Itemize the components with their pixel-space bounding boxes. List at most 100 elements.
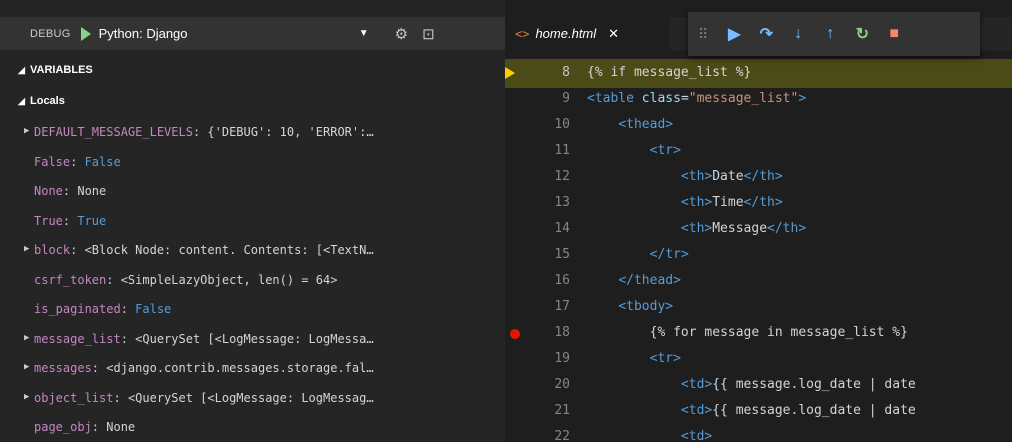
code-line[interactable]: 11 <tr>	[505, 137, 1012, 166]
locals-scope-header[interactable]: ◢ Locals	[0, 91, 505, 113]
code-text: <thead>	[618, 117, 674, 132]
line-number: 22	[554, 429, 570, 442]
expand-arrow-icon[interactable]: ▶	[24, 126, 29, 136]
line-number: 12	[554, 169, 570, 184]
code-text: {% if message_list %}	[587, 65, 752, 80]
code-line[interactable]: 12 <th>Date</th>	[505, 163, 1012, 192]
code-line[interactable]: 17 <tbody>	[505, 293, 1012, 322]
step-into-icon[interactable]: ↓	[782, 25, 814, 43]
variable-text: True: True	[34, 214, 494, 228]
code-text: {% for message in message_list %}	[649, 325, 908, 340]
variable-text: csrf_token: <SimpleLazyObject, len() = 6…	[34, 273, 494, 287]
variable-separator: :	[62, 184, 78, 198]
stop-icon[interactable]: ■	[878, 25, 910, 43]
line-number: 16	[554, 273, 570, 288]
code-line[interactable]: 20 <td>{{ message.log_date | date	[505, 371, 1012, 400]
code-line[interactable]: 9 <table class="message_list">	[505, 85, 1012, 114]
line-number: 8	[562, 65, 570, 80]
expand-arrow-icon[interactable]: ▶	[24, 362, 29, 372]
drag-handle-icon[interactable]: ⠿	[698, 26, 708, 43]
html-icon: <>	[515, 26, 530, 41]
variable-row[interactable]: ▶ messages: <django.contrib.messages.stor…	[0, 355, 505, 384]
variables-section-title: VARIABLES	[30, 64, 93, 76]
variable-value: <django.contrib.messages.storage.fal…	[106, 361, 374, 375]
variable-row[interactable]: False: False	[0, 149, 505, 178]
code-line[interactable]: 14 <th>Message</th>	[505, 215, 1012, 244]
variable-name: messages	[34, 361, 92, 375]
restart-icon[interactable]: ↻	[846, 24, 878, 44]
debug-sidebar: DEBUG Python: Django ▼ ⚙ ⊡ ◢ VARIABLES ◢…	[0, 0, 505, 442]
variable-row[interactable]: None: None	[0, 178, 505, 207]
variable-separator: :	[62, 213, 78, 228]
current-code-line[interactable]: 8 {% if message_list %}	[505, 59, 1012, 88]
variable-separator: :	[70, 243, 85, 257]
variable-separator: :	[120, 331, 136, 346]
code-text: </thead>	[618, 273, 681, 288]
variable-text: None: None	[34, 184, 494, 198]
expand-arrow-icon[interactable]: ▶	[24, 392, 29, 402]
debug-config-select[interactable]: Python: Django ▼	[80, 24, 381, 44]
current-line-arrow-icon	[505, 67, 515, 79]
line-number: 20	[554, 377, 570, 392]
variable-row[interactable]: page_obj: None	[0, 414, 505, 442]
variable-name: csrf_token	[34, 272, 107, 287]
variable-text: DEFAULT_MESSAGE_LEVELS: {'DEBUG': 10, 'E…	[34, 125, 494, 139]
gear-icon[interactable]: ⚙	[395, 25, 408, 43]
variable-value: <SimpleLazyObject, len() = 64>	[120, 272, 338, 287]
variable-value: None	[77, 184, 107, 198]
variable-name: None	[34, 184, 63, 198]
code-line[interactable]: 13 <th>Time</th>	[505, 189, 1012, 218]
expand-arrow-icon[interactable]: ▶	[24, 244, 29, 254]
continue-icon[interactable]: ▶	[718, 24, 750, 44]
variables-section-header[interactable]: ◢ VARIABLES	[0, 60, 505, 82]
tab-home-html[interactable]: <> home.html ✕	[505, 17, 670, 50]
step-out-icon[interactable]: ↑	[814, 25, 846, 43]
variable-separator: :	[91, 420, 107, 434]
variable-row[interactable]: True: True	[0, 208, 505, 237]
variable-text: messages: <django.contrib.messages.stora…	[34, 361, 494, 375]
console-icon[interactable]: ⊡	[422, 25, 435, 43]
variable-name: is_paginated	[34, 302, 121, 316]
line-number: 21	[554, 403, 570, 418]
line-number: 9	[562, 91, 570, 106]
code-line[interactable]: 10 <thead>	[505, 111, 1012, 140]
variable-row[interactable]: ▶ DEFAULT_MESSAGE_LEVELS: {'DEBUG': 10, '…	[0, 119, 505, 148]
debug-toolbar: ⠿ ▶ ↷ ↓ ↑ ↻ ■	[688, 12, 980, 56]
code-line[interactable]: 22 <td>	[505, 423, 1012, 442]
line-number: 11	[554, 143, 570, 158]
code-line[interactable]: 18 {% for message in message_list %}	[505, 319, 1012, 348]
debug-header: DEBUG Python: Django ▼ ⚙ ⊡	[0, 17, 505, 50]
code-line[interactable]: 16 </thead>	[505, 267, 1012, 296]
variable-value: <Block Node: content. Contents: [<TextN…	[84, 243, 374, 257]
variable-value: None	[106, 420, 136, 434]
variable-row[interactable]: ▶ object_list: <QuerySet [<LogMessage: Lo…	[0, 385, 505, 414]
variable-row[interactable]: csrf_token: <SimpleLazyObject, len() = 6…	[0, 267, 505, 296]
code-line[interactable]: 15 </tr>	[505, 241, 1012, 270]
code-line[interactable]: 19 <tr>	[505, 345, 1012, 374]
step-over-icon[interactable]: ↷	[750, 24, 782, 44]
code-text: <th>Date</th>	[680, 169, 783, 184]
variable-name: block	[34, 243, 71, 257]
variable-separator: :	[91, 361, 107, 375]
variable-row[interactable]: ▶ message_list: <QuerySet [<LogMessage: L…	[0, 326, 505, 355]
variable-row[interactable]: ▶ block: <Block Node: content. Contents: …	[0, 237, 505, 266]
variable-separator: :	[192, 125, 208, 139]
breakpoint-icon[interactable]	[510, 329, 520, 339]
variable-row[interactable]: is_paginated: False	[0, 296, 505, 325]
variable-value: <QuerySet [<LogMessage: LogMessa…	[135, 331, 374, 346]
close-icon[interactable]: ✕	[608, 26, 619, 42]
code-line[interactable]: 21 <td>{{ message.log_date | date	[505, 397, 1012, 426]
line-number: 17	[554, 299, 570, 314]
expand-arrow-icon[interactable]: ▶	[24, 333, 29, 343]
variable-value: False	[135, 302, 172, 316]
line-number: 18	[554, 325, 570, 340]
code-text: <table class="message_list">	[587, 91, 807, 106]
play-icon[interactable]	[80, 26, 91, 41]
variable-value: False	[84, 154, 121, 169]
vscode-window: DEBUG Python: Django ▼ ⚙ ⊡ ◢ VARIABLES ◢…	[0, 0, 1012, 442]
editor-area: <> home.html ✕ ⠿ ▶ ↷ ↓ ↑ ↻ ■ 8 {% if mess…	[505, 0, 1012, 442]
collapse-arrow-icon: ◢	[18, 96, 25, 106]
debug-label: DEBUG	[30, 27, 71, 40]
chevron-down-icon[interactable]: ▼	[359, 28, 369, 39]
tab-title: home.html	[535, 26, 597, 41]
